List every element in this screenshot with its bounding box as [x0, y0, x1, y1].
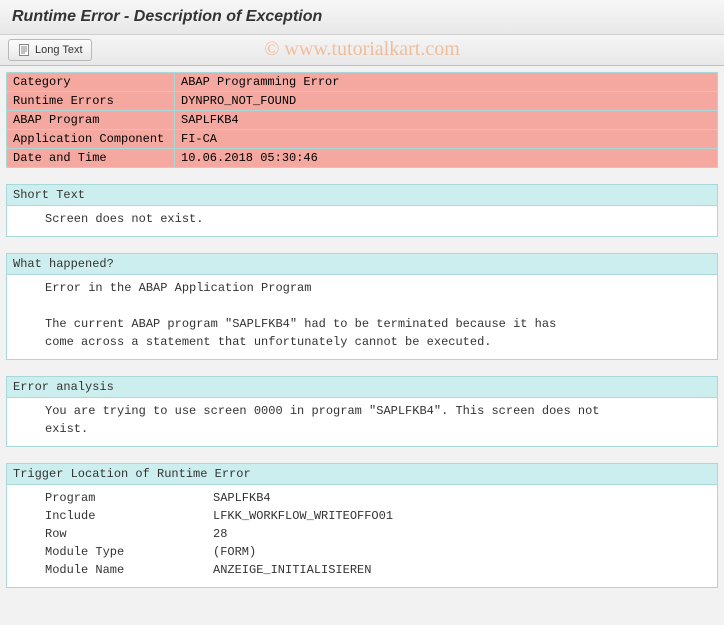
- info-value: SAPLFKB4: [175, 111, 718, 130]
- kv-label: Row: [13, 525, 213, 543]
- info-value: ABAP Programming Error: [175, 73, 718, 92]
- kv-value: ANZEIGE_INITIALISIEREN: [213, 561, 711, 579]
- kv-row: Include LFKK_WORKFLOW_WRITEOFFO01: [13, 507, 711, 525]
- kv-label: Module Name: [13, 561, 213, 579]
- text-line: Screen does not exist.: [13, 210, 711, 228]
- long-text-label: Long Text: [35, 44, 83, 56]
- kv-row: Module Type (FORM): [13, 543, 711, 561]
- long-text-button[interactable]: Long Text: [8, 39, 92, 61]
- text-line: come across a statement that unfortunate…: [13, 333, 711, 351]
- section-body: Program SAPLFKB4 Include LFKK_WORKFLOW_W…: [7, 485, 717, 587]
- kv-value: LFKK_WORKFLOW_WRITEOFFO01: [213, 507, 711, 525]
- section-body: You are trying to use screen 0000 in pro…: [7, 398, 717, 446]
- kv-value: SAPLFKB4: [213, 489, 711, 507]
- info-label: Application Component: [7, 130, 175, 149]
- kv-row: Program SAPLFKB4: [13, 489, 711, 507]
- kv-label: Program: [13, 489, 213, 507]
- info-value: 10.06.2018 05:30:46: [175, 149, 718, 168]
- info-label: ABAP Program: [7, 111, 175, 130]
- toolbar: Long Text: [0, 35, 724, 66]
- short-text-section: Short Text Screen does not exist.: [6, 184, 718, 237]
- text-line: You are trying to use screen 0000 in pro…: [13, 402, 711, 420]
- info-value: DYNPRO_NOT_FOUND: [175, 92, 718, 111]
- text-line: [13, 297, 711, 315]
- window-title: Runtime Error - Description of Exception: [0, 0, 724, 35]
- table-row: Category ABAP Programming Error: [7, 73, 718, 92]
- document-icon: [17, 43, 31, 57]
- section-header: Error analysis: [7, 377, 717, 398]
- table-row: Runtime Errors DYNPRO_NOT_FOUND: [7, 92, 718, 111]
- table-row: ABAP Program SAPLFKB4: [7, 111, 718, 130]
- section-header: Trigger Location of Runtime Error: [7, 464, 717, 485]
- kv-row: Module Name ANZEIGE_INITIALISIEREN: [13, 561, 711, 579]
- table-row: Application Component FI-CA: [7, 130, 718, 149]
- text-line: Error in the ABAP Application Program: [13, 279, 711, 297]
- content-area: Category ABAP Programming Error Runtime …: [0, 66, 724, 610]
- kv-label: Include: [13, 507, 213, 525]
- section-body: Error in the ABAP Application Program Th…: [7, 275, 717, 359]
- kv-row: Row 28: [13, 525, 711, 543]
- info-label: Runtime Errors: [7, 92, 175, 111]
- kv-label: Module Type: [13, 543, 213, 561]
- what-happened-section: What happened? Error in the ABAP Applica…: [6, 253, 718, 360]
- kv-value: (FORM): [213, 543, 711, 561]
- text-line: The current ABAP program "SAPLFKB4" had …: [13, 315, 711, 333]
- section-body: Screen does not exist.: [7, 206, 717, 236]
- section-header: Short Text: [7, 185, 717, 206]
- section-header: What happened?: [7, 254, 717, 275]
- info-label: Category: [7, 73, 175, 92]
- error-info-table: Category ABAP Programming Error Runtime …: [6, 72, 718, 168]
- error-analysis-section: Error analysis You are trying to use scr…: [6, 376, 718, 447]
- info-value: FI-CA: [175, 130, 718, 149]
- text-line: exist.: [13, 420, 711, 438]
- info-label: Date and Time: [7, 149, 175, 168]
- trigger-location-section: Trigger Location of Runtime Error Progra…: [6, 463, 718, 588]
- table-row: Date and Time 10.06.2018 05:30:46: [7, 149, 718, 168]
- kv-value: 28: [213, 525, 711, 543]
